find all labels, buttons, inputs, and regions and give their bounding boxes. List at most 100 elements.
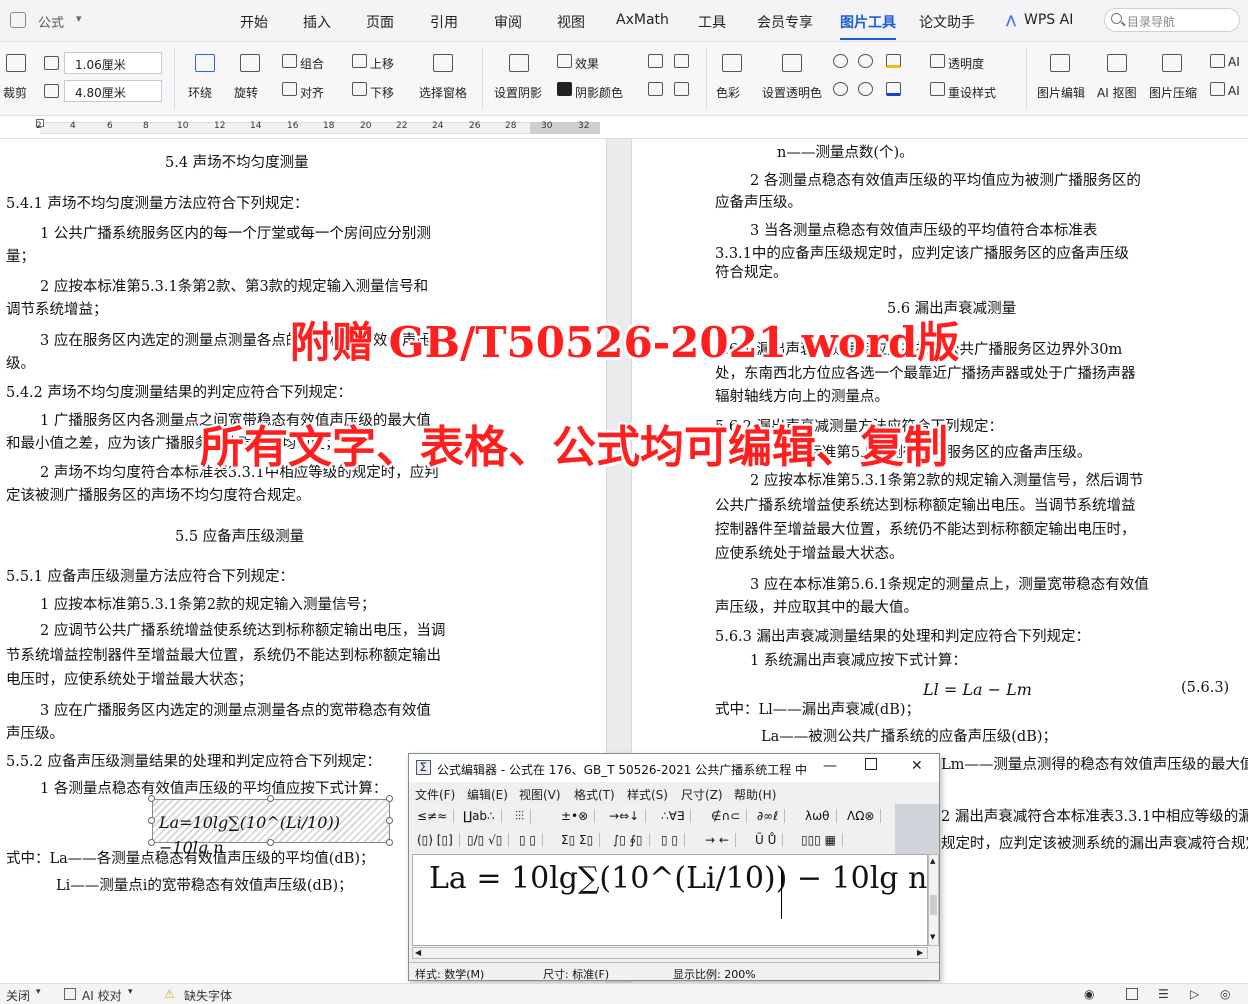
width-input[interactable]: 1.06厘米: [64, 52, 162, 74]
menu-view[interactable]: 视图(V): [519, 786, 561, 803]
template-scripts[interactable]: ▯ ▯: [519, 833, 544, 847]
resize-handle[interactable]: [386, 817, 393, 824]
eye-icon[interactable]: ◉: [1084, 987, 1094, 1001]
brightness-up-icon[interactable]: [833, 54, 848, 68]
status-size[interactable]: 尺寸: 标准(F): [543, 966, 609, 982]
minimize-icon[interactable]: —: [823, 758, 837, 774]
resize-handle[interactable]: [267, 795, 274, 802]
template-fences[interactable]: (▯) [▯]: [417, 833, 460, 847]
brightness-down-icon[interactable]: [833, 82, 848, 96]
tab-start[interactable]: 开始: [240, 12, 268, 32]
palette-misc[interactable]: ∂∞ℓ: [757, 809, 786, 823]
ai-proof-button[interactable]: AI 校对: [82, 987, 122, 1004]
selected-equation-object[interactable]: La=10lg∑(10^(Li/10))−10lg n: [152, 799, 390, 857]
page-view-icon[interactable]: [1126, 988, 1138, 1000]
equation-editor-titlebar[interactable]: ∑ 公式编辑器 - 公式在 176、GB_T 50526-2021 公共广播系统…: [409, 754, 939, 782]
set-transparent-button[interactable]: 设置透明色: [762, 84, 822, 101]
rotate-button[interactable]: 旋转: [234, 84, 258, 101]
tab-tools[interactable]: 工具: [698, 12, 726, 32]
template-arrows[interactable]: → ←: [705, 833, 736, 847]
tab-wps-ai[interactable]: WPS AI: [1024, 12, 1073, 28]
template-products[interactable]: Ũ Ů: [755, 833, 784, 847]
missing-font-button[interactable]: 缺失字体: [184, 987, 232, 1004]
chevron-down-icon[interactable]: ▾: [128, 987, 133, 997]
ai-tool2-button[interactable]: AI: [1228, 84, 1240, 98]
close-status[interactable]: 关闭: [6, 987, 30, 1004]
palette-spaces[interactable]: ∐ab∴: [463, 809, 502, 823]
shadow-left-icon[interactable]: [648, 82, 663, 96]
tab-view[interactable]: 视图: [557, 12, 585, 32]
template-bars[interactable]: ▯ ▯: [661, 833, 686, 847]
wrap-button[interactable]: 环绕: [188, 84, 212, 101]
shadow-color-button[interactable]: 阴影颜色: [575, 84, 623, 101]
color-button[interactable]: 色彩: [716, 84, 740, 101]
scroll-down-icon[interactable]: ▼: [930, 933, 935, 941]
doc-name[interactable]: 公式: [38, 12, 64, 31]
palette-logic[interactable]: ∴∀∃: [661, 809, 692, 823]
scroll-right-icon[interactable]: ▶: [917, 948, 923, 957]
palette-sets[interactable]: ∉∩⊂: [711, 809, 748, 823]
tab-axmath[interactable]: AxMath: [616, 12, 669, 28]
web-view-icon[interactable]: ◎: [1220, 987, 1230, 1001]
resize-handle[interactable]: [148, 839, 155, 846]
effects-button[interactable]: 效果: [575, 55, 599, 72]
palette-arrows[interactable]: →⇔↓: [609, 809, 647, 823]
contrast-down-icon[interactable]: [858, 82, 873, 96]
shadow-up-icon[interactable]: [648, 54, 663, 68]
menu-file[interactable]: 文件(F): [415, 786, 455, 803]
chevron-down-icon[interactable]: ▾: [76, 12, 82, 25]
move-up-button[interactable]: 上移: [370, 55, 394, 72]
equation-5-6-3[interactable]: Ll = La − Lm: [923, 677, 1032, 702]
tab-page[interactable]: 页面: [366, 12, 394, 32]
transparency-button[interactable]: 透明度: [948, 55, 984, 72]
palette-embellish[interactable]: ⫶⫶⫶: [515, 809, 532, 824]
contrast-up-icon[interactable]: [858, 54, 873, 68]
file-icon[interactable]: [10, 12, 26, 28]
scroll-left-icon[interactable]: ◀: [415, 948, 421, 957]
selection-pane-button[interactable]: 选择窗格: [419, 84, 467, 101]
shadow-down-icon[interactable]: [674, 54, 689, 68]
tab-member[interactable]: 会员专享: [757, 12, 813, 32]
equation-editor-window[interactable]: ∑ 公式编辑器 - 公式在 176、GB_T 50526-2021 公共广播系统…: [408, 753, 940, 981]
template-sums[interactable]: Σ▯ Σ▯: [561, 833, 601, 847]
template-fractions[interactable]: ▯/▯ √▯: [467, 833, 510, 847]
group-button[interactable]: 组合: [300, 55, 324, 72]
shadow-right-icon[interactable]: [674, 82, 689, 96]
reset-style-button[interactable]: 重设样式: [948, 84, 996, 101]
palette-greek-lower[interactable]: λωθ: [805, 809, 837, 823]
ai-cutout-button[interactable]: AI 抠图: [1097, 84, 1137, 101]
horizontal-ruler[interactable]: 2 4 6 8 10 12 14 16 18 20 22 24 26 28 30…: [0, 117, 1248, 139]
vertical-scrollbar[interactable]: ▲ ▼: [928, 854, 939, 946]
scroll-up-icon[interactable]: ▲: [930, 857, 935, 865]
equation-canvas[interactable]: La = 10lg∑(10^(Li/10)) − 10lg n: [412, 854, 928, 946]
palette-relations[interactable]: ≤≠≈: [417, 809, 455, 823]
close-icon[interactable]: ✕: [911, 758, 923, 774]
crop-button[interactable]: 裁剪: [3, 84, 27, 101]
tab-thesis[interactable]: 论文助手: [919, 12, 975, 32]
align-button[interactable]: 对齐: [300, 84, 324, 101]
resize-handle[interactable]: [148, 817, 155, 824]
menu-edit[interactable]: 编辑(E): [467, 786, 508, 803]
toc-search[interactable]: 目录导航: [1104, 8, 1240, 32]
status-zoom[interactable]: 显示比例: 200%: [673, 966, 756, 982]
play-icon[interactable]: ▷: [1190, 987, 1199, 1001]
resize-handle[interactable]: [386, 795, 393, 802]
template-matrices[interactable]: ▯▯▯ ▦: [801, 833, 843, 847]
status-style[interactable]: 样式: 数学(M): [415, 966, 484, 982]
outline-icon[interactable]: [886, 82, 901, 96]
set-shadow-button[interactable]: 设置阴影: [494, 84, 542, 101]
scroll-thumb[interactable]: [930, 895, 937, 915]
resize-handle[interactable]: [386, 839, 393, 846]
palette-operators[interactable]: ±•⊗: [561, 809, 596, 823]
template-integrals[interactable]: ∫▯ ∮▯: [613, 833, 650, 847]
horizontal-scrollbar[interactable]: ◀ ▶: [412, 947, 928, 959]
tab-reference[interactable]: 引用: [430, 12, 458, 32]
fill-icon[interactable]: [886, 54, 901, 68]
maximize-icon[interactable]: [865, 758, 877, 770]
menu-format[interactable]: 格式(T): [574, 786, 615, 803]
resize-handle[interactable]: [148, 795, 155, 802]
equation-formula[interactable]: La = 10lg∑(10^(Li/10)) − 10lg n: [429, 861, 927, 896]
tab-review[interactable]: 审阅: [494, 12, 522, 32]
menu-style[interactable]: 样式(S): [627, 786, 668, 803]
palette-greek-upper[interactable]: ΛΩ⊗: [847, 809, 882, 823]
